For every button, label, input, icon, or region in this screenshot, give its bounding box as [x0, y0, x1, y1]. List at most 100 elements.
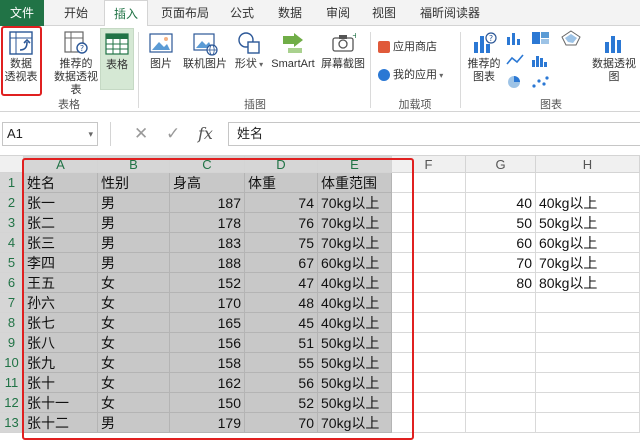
row-header-5[interactable]: 5: [0, 253, 24, 273]
recommended-pivot-button[interactable]: ? 推荐的 数据透视表: [50, 30, 102, 97]
row-header-10[interactable]: 10: [0, 353, 24, 373]
cell-G10[interactable]: [466, 353, 536, 373]
tab-foxit-reader[interactable]: 福昕阅读器: [410, 0, 490, 26]
line-chart-button[interactable]: [505, 52, 527, 70]
cell-H4[interactable]: 60kg以上: [536, 233, 640, 253]
cell-H2[interactable]: 40kg以上: [536, 193, 640, 213]
recommended-pivot-icon: ?: [64, 31, 88, 54]
cell-G11[interactable]: [466, 373, 536, 393]
column-header-G[interactable]: G: [466, 156, 536, 173]
camera-icon: +: [332, 31, 356, 52]
highlight-box-pivot: [1, 26, 42, 96]
scatter-chart-icon: [532, 76, 549, 88]
shapes-button[interactable]: 形状 ▾: [232, 30, 266, 71]
cell-G12[interactable]: [466, 393, 536, 413]
cell-H1[interactable]: [536, 173, 640, 193]
tab-home[interactable]: 开始: [54, 0, 98, 26]
tab-data[interactable]: 数据: [270, 0, 310, 26]
cancel-icon[interactable]: ✕: [134, 122, 148, 146]
cell-H12[interactable]: [536, 393, 640, 413]
my-apps-button[interactable]: 我的应用 ▾: [378, 66, 443, 84]
screenshot-button[interactable]: + 屏幕截图: [318, 30, 368, 71]
smartart-button[interactable]: SmartArt: [268, 30, 318, 71]
row-header-1[interactable]: 1: [0, 173, 24, 193]
highlight-box-table: [22, 158, 414, 440]
scatter-chart-button[interactable]: [530, 74, 552, 92]
cell-G6[interactable]: 80: [466, 273, 536, 293]
name-box-dropdown-icon[interactable]: ▾: [88, 123, 93, 145]
group-separator: [460, 32, 461, 108]
recommended-charts-label: 推荐的 图表: [467, 58, 501, 83]
app-store-label: 应用商店: [393, 41, 437, 53]
store-icon: [378, 41, 390, 54]
svg-text:?: ?: [489, 34, 493, 43]
tab-page-layout[interactable]: 页面布局: [156, 0, 214, 26]
cell-G3[interactable]: 50: [466, 213, 536, 233]
shapes-dropdown-icon: ▾: [256, 60, 264, 69]
statistic-chart-button[interactable]: [530, 52, 552, 70]
table-button[interactable]: 表格: [100, 28, 134, 90]
row-header-9[interactable]: 9: [0, 333, 24, 353]
cell-H8[interactable]: [536, 313, 640, 333]
cell-G7[interactable]: [466, 293, 536, 313]
table-icon: [105, 33, 129, 55]
cell-G8[interactable]: [466, 313, 536, 333]
cell-H10[interactable]: [536, 353, 640, 373]
tab-formulas[interactable]: 公式: [222, 0, 262, 26]
cell-H6[interactable]: 80kg以上: [536, 273, 640, 293]
row-header-8[interactable]: 8: [0, 313, 24, 333]
tab-file[interactable]: 文件: [0, 0, 44, 26]
column-chart-button[interactable]: [505, 30, 527, 48]
cell-G2[interactable]: 40: [466, 193, 536, 213]
enter-icon[interactable]: ✓: [166, 122, 180, 146]
tab-view[interactable]: 视图: [364, 0, 404, 26]
name-box[interactable]: A1 ▾: [2, 122, 98, 146]
select-all-corner[interactable]: [0, 156, 24, 173]
online-picture-icon: [193, 33, 218, 56]
radar-chart-button[interactable]: [560, 30, 582, 48]
cell-G1[interactable]: [466, 173, 536, 193]
cell-H5[interactable]: 70kg以上: [536, 253, 640, 273]
cell-H3[interactable]: 50kg以上: [536, 213, 640, 233]
row-header-11[interactable]: 11: [0, 373, 24, 393]
insert-function-icon[interactable]: fx: [198, 122, 213, 146]
pie-chart-icon: [508, 76, 520, 88]
cell-H13[interactable]: [536, 413, 640, 433]
formula-bar: A1 ▾ ✕ ✓ fx 姓名: [0, 112, 640, 156]
picture-button[interactable]: 图片: [144, 30, 178, 71]
formula-input[interactable]: 姓名: [228, 122, 640, 146]
recommended-charts-button[interactable]: ? 推荐的 图表: [464, 30, 504, 84]
row-header-4[interactable]: 4: [0, 233, 24, 253]
app-store-button[interactable]: 应用商店: [378, 38, 437, 56]
picture-icon: [149, 33, 173, 53]
pivot-chart-icon: [605, 36, 621, 53]
group-separator: [370, 32, 371, 108]
line-chart-icon: [506, 54, 524, 65]
row-header-2[interactable]: 2: [0, 193, 24, 213]
online-picture-button[interactable]: 联机图片: [180, 30, 230, 71]
smartart-label: SmartArt: [271, 58, 315, 70]
cell-G4[interactable]: 60: [466, 233, 536, 253]
column-header-H[interactable]: H: [536, 156, 640, 173]
tab-review[interactable]: 审阅: [318, 0, 358, 26]
name-box-value: A1: [7, 126, 23, 141]
ribbon: 数据 透视表 ? 推荐的 数据透视表 表格 表格 图片 联机图片 形状 ▾ Sm…: [0, 26, 640, 112]
cell-H11[interactable]: [536, 373, 640, 393]
tab-insert[interactable]: 插入: [104, 0, 148, 27]
pie-chart-button[interactable]: [505, 74, 527, 92]
cell-G9[interactable]: [466, 333, 536, 353]
row-header-7[interactable]: 7: [0, 293, 24, 313]
hierarchy-chart-button[interactable]: [530, 30, 552, 48]
row-header-6[interactable]: 6: [0, 273, 24, 293]
cell-H9[interactable]: [536, 333, 640, 353]
cell-G13[interactable]: [466, 413, 536, 433]
row-header-12[interactable]: 12: [0, 393, 24, 413]
cell-H7[interactable]: [536, 293, 640, 313]
row-header-13[interactable]: 13: [0, 413, 24, 433]
statistic-chart-icon: [532, 56, 547, 67]
online-picture-label: 联机图片: [183, 58, 227, 70]
group-label-addins: 加载项: [398, 99, 432, 111]
row-header-3[interactable]: 3: [0, 213, 24, 233]
pivot-chart-button[interactable]: 数据透视图: [588, 30, 640, 84]
cell-G5[interactable]: 70: [466, 253, 536, 273]
